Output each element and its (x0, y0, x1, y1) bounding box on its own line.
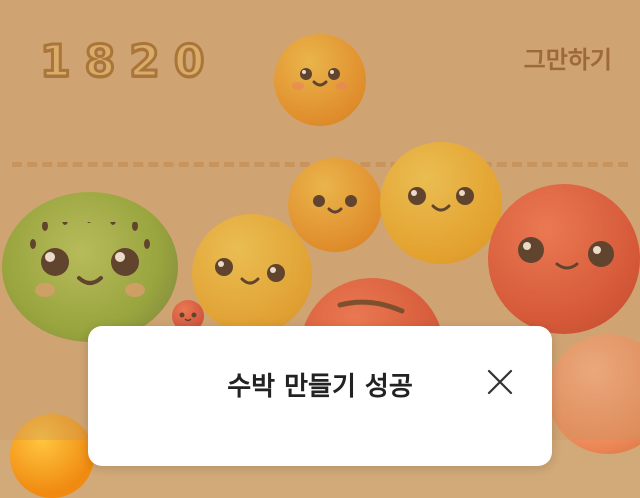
kiwi-face-icon (30, 222, 150, 297)
close-icon[interactable] (486, 368, 514, 396)
fruit-face-icon (179, 312, 197, 322)
fruit-peach (548, 334, 640, 454)
fruit-face-icon (313, 195, 357, 214)
fruit-kiwi (2, 192, 178, 342)
fruit-orange (288, 158, 382, 252)
fruit-face-icon (292, 68, 348, 90)
quit-button[interactable]: 그만하기 (524, 40, 612, 75)
fruit-persimmon (380, 142, 502, 264)
fruit-orange (10, 414, 94, 498)
score-counter: 1820 (38, 35, 219, 89)
fruit-apple (488, 184, 640, 334)
fruit-lemon (192, 214, 312, 334)
fruit-face-icon (215, 258, 285, 285)
success-dialog: 수박 만들기 성공 (88, 326, 552, 466)
game-board[interactable]: 1820 그만하기 수박 만들기 성공 (0, 0, 640, 498)
next-fruit-orange[interactable] (274, 34, 366, 126)
fruit-face-icon (518, 237, 614, 270)
dialog-title: 수박 만들기 성공 (227, 372, 413, 402)
apple-stem-icon (337, 299, 405, 314)
fruit-face-icon (408, 187, 474, 212)
